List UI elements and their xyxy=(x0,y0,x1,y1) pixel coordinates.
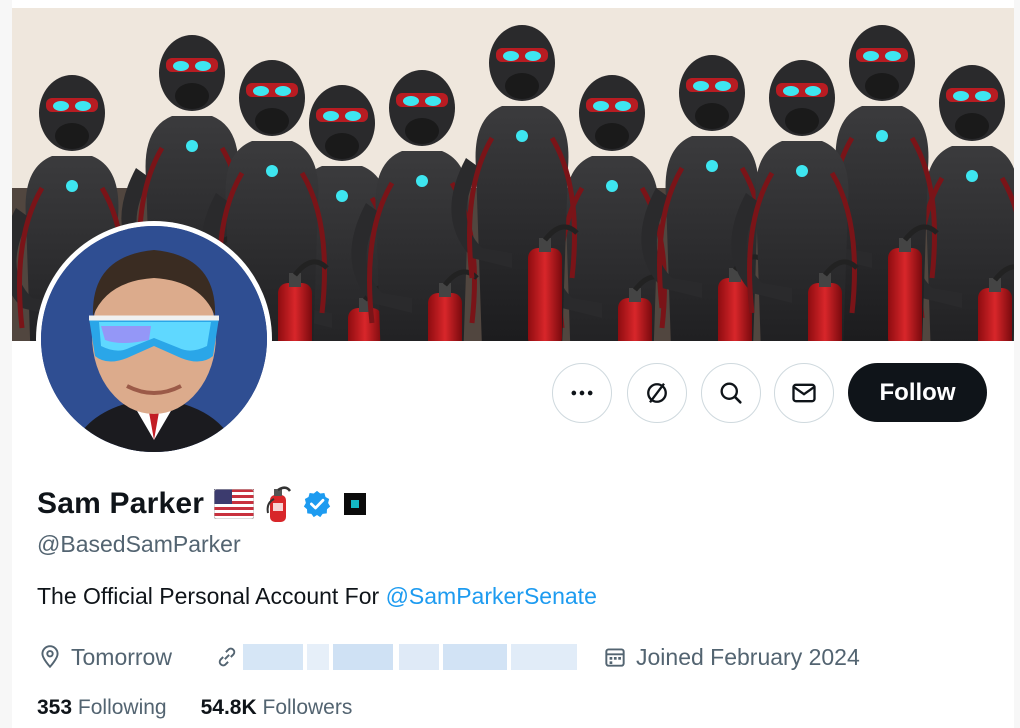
right-frame-edge xyxy=(1014,0,1020,728)
square-affiliate-badge-icon[interactable] xyxy=(342,491,368,517)
follow-stats: 353 Following 54.8K Followers xyxy=(37,696,352,720)
joined-text: Joined February 2024 xyxy=(636,643,860,670)
profile-handle: @BasedSamParker xyxy=(37,531,241,557)
grok-button[interactable] xyxy=(627,363,687,423)
joined-item: Joined February 2024 xyxy=(602,641,860,673)
followers-label: Followers xyxy=(262,696,353,719)
grok-icon xyxy=(647,382,667,404)
followers-link[interactable]: 54.8K Followers xyxy=(201,696,353,720)
following-label: Following xyxy=(77,696,167,719)
name-row: Sam Parker xyxy=(37,484,368,524)
bio-mention-link[interactable]: @SamParkerSenate xyxy=(386,583,597,609)
location-text: Tomorrow xyxy=(71,643,172,670)
location-item: Tomorrow xyxy=(37,641,172,673)
follow-button[interactable]: Follow xyxy=(848,363,987,422)
calendar-icon xyxy=(605,648,625,667)
following-link[interactable]: 353 Following xyxy=(37,696,167,720)
search-icon xyxy=(720,382,742,404)
verified-badge-icon[interactable] xyxy=(302,489,332,519)
us-flag-emoji xyxy=(214,489,255,519)
fire-extinguisher-emoji xyxy=(266,486,292,522)
avatar-image xyxy=(41,226,267,452)
left-frame-edge xyxy=(0,0,12,728)
website-link-blurred[interactable] xyxy=(243,644,577,670)
bio-text: The Official Personal Account For xyxy=(37,583,386,609)
following-count: 353 xyxy=(37,696,73,719)
mail-icon xyxy=(792,383,816,403)
followers-count: 54.8K xyxy=(200,696,257,719)
display-name: Sam Parker xyxy=(37,487,205,520)
profile-avatar[interactable] xyxy=(36,221,272,457)
message-button[interactable] xyxy=(774,363,834,423)
profile-bio: The Official Personal Account For @SamPa… xyxy=(37,583,597,610)
more-icon xyxy=(571,390,593,396)
link-icon xyxy=(218,647,236,667)
search-profile-button[interactable] xyxy=(701,363,761,423)
more-options-button[interactable] xyxy=(552,363,612,423)
location-pin-icon xyxy=(41,645,59,669)
website-item[interactable] xyxy=(214,641,240,673)
